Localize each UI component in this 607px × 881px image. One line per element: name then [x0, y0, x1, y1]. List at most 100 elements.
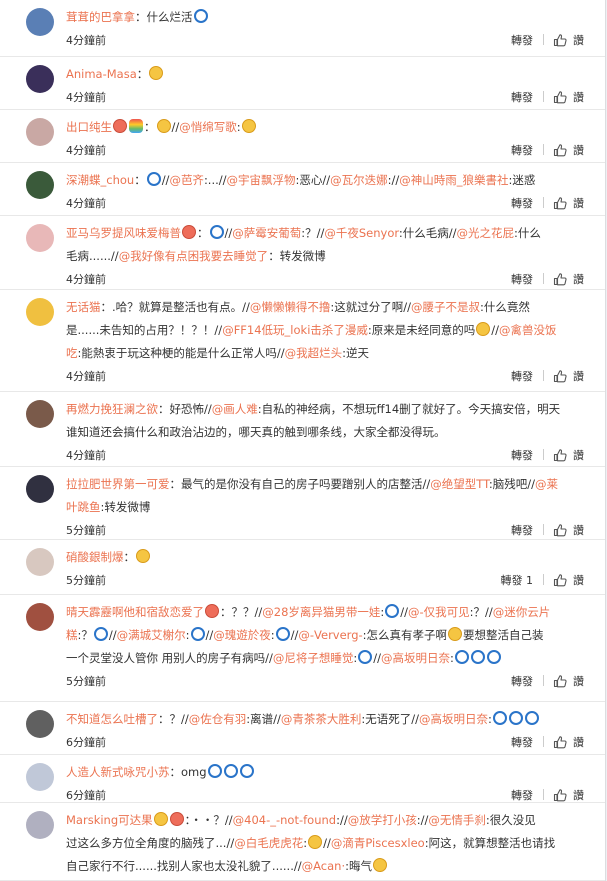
like-button[interactable]: 讚 [573, 572, 584, 588]
forward-button[interactable]: 轉發 [511, 195, 533, 211]
mention-link[interactable]: @28岁离异猫男带一娃 [262, 605, 380, 619]
forward-button[interactable]: 轉發 [511, 522, 533, 538]
thumbs-up-icon[interactable] [553, 368, 567, 383]
mention-link[interactable]: 糕 [66, 628, 78, 642]
thumbs-up-icon[interactable] [553, 142, 567, 157]
forward-button[interactable]: 轉發 [511, 787, 533, 803]
mention-link[interactable]: @绝望型TT [430, 477, 489, 491]
username-link[interactable]: 人造人新式咏咒小苏 [66, 765, 170, 779]
username-link[interactable]: 亚马乌罗提风味爱梅普 [66, 226, 181, 240]
mention-link[interactable]: @光之花屁 [457, 226, 515, 240]
forward-button[interactable]: 轉發 [511, 447, 533, 463]
mention-link[interactable]: @-Ververg- [298, 628, 362, 642]
thumbs-up-icon[interactable] [553, 447, 567, 462]
mention-link[interactable]: @404-_-not-found [233, 813, 336, 827]
mention-link[interactable]: @画人难 [212, 402, 258, 416]
like-button[interactable]: 讚 [573, 447, 584, 463]
forward-button[interactable]: 轉發 [511, 142, 533, 158]
username-link[interactable]: 茸茸的巴拿拿 [66, 10, 135, 24]
username-link[interactable]: 出口纯生 [66, 120, 112, 134]
forward-button[interactable]: 轉發 [511, 734, 533, 750]
mention-link[interactable]: @悄绵写歌 [179, 120, 237, 134]
avatar[interactable] [26, 475, 54, 503]
username-link[interactable]: Anima-Masa [66, 67, 137, 81]
mention-link[interactable]: @FF14低玩_loki击杀了漫威 [222, 323, 368, 337]
username-link[interactable]: 无话猫 [66, 300, 101, 314]
username-link[interactable]: 晴天霹靂啊他和宿敌恋爱了 [66, 605, 204, 619]
mention-link[interactable]: @千夜Senyor [324, 226, 399, 240]
forward-button[interactable]: 轉發 [511, 89, 533, 105]
username-link[interactable]: 硝酸銀制爆 [66, 550, 124, 564]
username-link[interactable]: Marsking可达果 [66, 813, 153, 827]
forward-button[interactable]: 轉發 [511, 32, 533, 48]
avatar[interactable] [26, 298, 54, 326]
avatar[interactable] [26, 118, 54, 146]
forward-button[interactable]: 轉發 1 [501, 572, 534, 588]
mention-link[interactable]: @瓦尔迭娜 [330, 173, 388, 187]
mention-link[interactable]: @禽兽没饭 [499, 323, 557, 337]
thumbs-up-icon[interactable] [553, 734, 567, 749]
thumbs-up-icon[interactable] [553, 32, 567, 47]
mention-link[interactable]: @瑰遊於夜 [213, 628, 271, 642]
mention-link[interactable]: 叶跳鱼 [66, 500, 101, 514]
mention-link[interactable]: @宇宙飘浮物 [227, 173, 296, 187]
mention-link[interactable]: @我好像有点困我要去睡觉了 [119, 249, 269, 263]
thumbs-up-icon[interactable] [553, 787, 567, 802]
mention-link[interactable]: @滴青Piscesxleo [331, 836, 425, 850]
mention-link[interactable]: @青茶茶大胜利 [281, 712, 362, 726]
username-link[interactable]: 再燃力挽狂澜之欲 [66, 402, 158, 416]
mention-link[interactable]: @神山時雨_狼樂書社 [399, 173, 508, 187]
avatar[interactable] [26, 811, 54, 839]
thumbs-up-icon[interactable] [553, 572, 567, 587]
avatar[interactable] [26, 763, 54, 791]
mention-link[interactable]: @放学打小孩 [348, 813, 417, 827]
avatar[interactable] [26, 603, 54, 631]
avatar[interactable] [26, 548, 54, 576]
like-button[interactable]: 讚 [573, 195, 584, 211]
thumbs-up-icon[interactable] [553, 271, 567, 286]
thumbs-up-icon[interactable] [553, 673, 567, 688]
like-button[interactable]: 讚 [573, 32, 584, 48]
mention-link[interactable]: @腰子不是叔 [411, 300, 480, 314]
mention-link[interactable]: @萨霉安葡萄 [232, 226, 301, 240]
mention-link[interactable]: @高坂明日奈 [419, 712, 488, 726]
like-button[interactable]: 讚 [573, 787, 584, 803]
mention-link[interactable]: @满城艾榭尔 [117, 628, 186, 642]
thumbs-up-icon[interactable] [553, 522, 567, 537]
mention-link[interactable]: @莱 [535, 477, 558, 491]
mention-link[interactable]: @我超烂头 [285, 346, 343, 360]
like-button[interactable]: 讚 [573, 142, 584, 158]
avatar[interactable] [26, 8, 54, 36]
username-link[interactable]: 拉拉肥世界第一可爱 [66, 477, 170, 491]
like-button[interactable]: 讚 [573, 522, 584, 538]
username-link[interactable]: 深潮蝶_chou [66, 173, 134, 187]
like-button[interactable]: 讚 [573, 271, 584, 287]
avatar[interactable] [26, 65, 54, 93]
avatar[interactable] [26, 224, 54, 252]
mention-link[interactable]: @迷你云片 [493, 605, 551, 619]
like-button[interactable]: 讚 [573, 673, 584, 689]
mention-link[interactable]: @芭齐 [169, 173, 204, 187]
mention-link[interactable]: @佐仓有羽 [189, 712, 247, 726]
forward-button[interactable]: 轉發 [511, 271, 533, 287]
mention-link[interactable]: @尼将子想睡觉 [273, 651, 354, 665]
mention-link[interactable]: @-仅我可见 [408, 605, 470, 619]
like-button[interactable]: 讚 [573, 89, 584, 105]
mention-link[interactable]: @白毛虎虎花 [234, 836, 303, 850]
mention-link[interactable]: @高坂明日奈 [381, 651, 450, 665]
like-button[interactable]: 讚 [573, 734, 584, 750]
avatar[interactable] [26, 710, 54, 738]
like-button[interactable]: 讚 [573, 368, 584, 384]
thumbs-up-icon[interactable] [553, 89, 567, 104]
avatar[interactable] [26, 400, 54, 428]
thumbs-up-icon[interactable] [553, 195, 567, 210]
comment-text: ：omg [169, 765, 207, 779]
avatar[interactable] [26, 171, 54, 199]
mention-link[interactable]: @无情手刹 [428, 813, 486, 827]
username-link[interactable]: 不知道怎么吐槽了 [66, 712, 158, 726]
forward-button[interactable]: 轉發 [511, 673, 533, 689]
mention-link[interactable]: 吃 [66, 346, 78, 360]
mention-link[interactable]: @Acan· [302, 859, 345, 873]
mention-link[interactable]: @懒懒懒得不撸 [250, 300, 331, 314]
forward-button[interactable]: 轉發 [511, 368, 533, 384]
